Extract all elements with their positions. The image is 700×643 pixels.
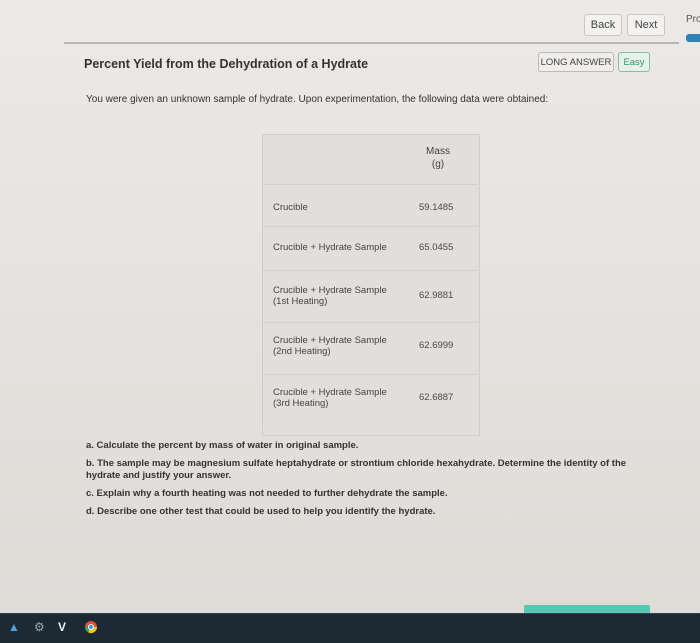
- table-row-value: 65.0455: [419, 242, 454, 253]
- gear-icon[interactable]: ⚙: [34, 620, 45, 634]
- top-bar: Back Next: [64, 0, 679, 44]
- question-a: a. Calculate the percent by mass of wate…: [86, 440, 359, 451]
- column-header-unit: (g): [431, 159, 445, 170]
- taskbar: ▲ ⚙ V: [0, 613, 700, 643]
- table-row-label: Crucible + Hydrate Sample (1st Heating): [273, 285, 403, 307]
- column-header-title: Mass: [426, 146, 450, 157]
- row-label-line: Crucible + Hydrate Sample: [273, 242, 387, 253]
- row-label-subline: (2nd Heating): [273, 346, 331, 357]
- question-b: b. The sample may be magnesium sulfate h…: [86, 458, 627, 481]
- table-row-value: 59.1485: [419, 202, 454, 213]
- table-row-label: Crucible + Hydrate Sample: [273, 242, 403, 253]
- page: Back Next Pro Percent Yield from the Deh…: [0, 0, 700, 643]
- table-divider: [262, 184, 478, 185]
- table-row-value: 62.6887: [419, 392, 454, 403]
- table-divider: [262, 322, 478, 323]
- mass-column-header: Mass (g): [418, 145, 458, 171]
- cut-off-label[interactable]: Pro: [686, 14, 700, 25]
- table-row-value: 62.6999: [419, 340, 454, 351]
- question-c: c. Explain why a fourth heating was not …: [86, 488, 448, 499]
- table-row-label: Crucible + Hydrate Sample (2nd Heating): [273, 335, 403, 357]
- table-row-label: Crucible: [273, 202, 403, 213]
- row-label-line: Crucible + Hydrate Sample: [273, 387, 387, 398]
- table-divider: [262, 374, 478, 375]
- side-tab[interactable]: [686, 34, 700, 42]
- table-divider: [262, 270, 478, 271]
- question-list: a. Calculate the percent by mass of wate…: [86, 440, 646, 524]
- back-button[interactable]: Back: [584, 14, 622, 36]
- row-label-subline: (3rd Heating): [273, 398, 329, 409]
- row-label-line: Crucible + Hydrate Sample: [273, 335, 387, 346]
- app-icon[interactable]: ▲: [8, 620, 20, 634]
- table-divider: [262, 226, 478, 227]
- row-label-line: Crucible: [273, 202, 308, 213]
- chrome-icon[interactable]: [84, 620, 98, 637]
- v-logo-icon[interactable]: V: [58, 620, 66, 634]
- row-label-line: Crucible + Hydrate Sample: [273, 285, 387, 296]
- intro-text: You were given an unknown sample of hydr…: [86, 94, 549, 105]
- difficulty-badge: Easy: [618, 52, 650, 72]
- next-button[interactable]: Next: [627, 14, 665, 36]
- row-label-subline: (1st Heating): [273, 296, 328, 307]
- progress-indicator: [524, 605, 650, 613]
- page-title: Percent Yield from the Dehydration of a …: [84, 57, 369, 71]
- question-d: d. Describe one other test that could be…: [86, 506, 436, 517]
- table-row-value: 62.9881: [419, 290, 454, 301]
- table-row-label: Crucible + Hydrate Sample (3rd Heating): [273, 387, 403, 409]
- question-type-badge: LONG ANSWER: [538, 52, 614, 72]
